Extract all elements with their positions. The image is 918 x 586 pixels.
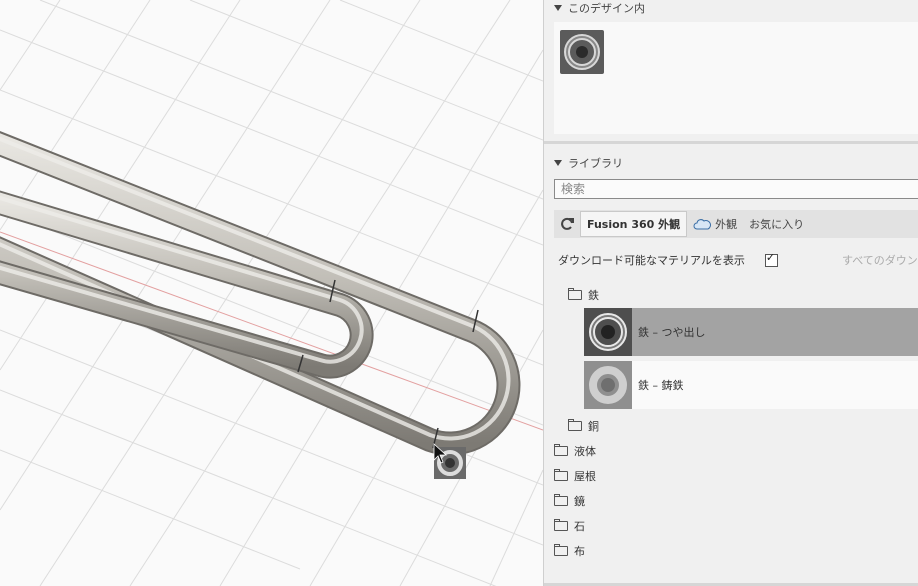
folder-icon — [554, 494, 568, 506]
in-design-header[interactable]: このデザイン内 — [554, 0, 645, 16]
folder-icon — [568, 288, 582, 300]
folder-copper[interactable]: 銅 — [568, 418, 599, 434]
section-divider — [544, 141, 918, 144]
drag-swatch — [433, 443, 466, 479]
folder-stone[interactable]: 石 — [554, 518, 585, 534]
search-input[interactable] — [554, 179, 918, 199]
in-design-label: このデザイン内 — [568, 2, 645, 15]
pipe-model[interactable] — [0, 131, 521, 456]
download-all-link[interactable]: すべてのダウンロー — [842, 252, 918, 268]
download-row: ダウンロード可能なマテリアルを表示 すべてのダウンロー — [558, 251, 918, 268]
folder-stone-label: 石 — [574, 520, 585, 533]
in-design-area — [554, 22, 918, 134]
scene-svg — [0, 0, 543, 586]
library-header[interactable]: ライブラリ — [554, 155, 623, 171]
refresh-button[interactable] — [554, 211, 580, 237]
appearance-panel: このデザイン内 ライブラリ Fusion 360 外観 — [543, 0, 918, 586]
folder-liquid-label: 液体 — [574, 445, 596, 458]
design-swatch-iron[interactable] — [560, 30, 604, 74]
material-row-cast-iron[interactable]: 鉄 – 鋳鉄 — [584, 361, 918, 409]
folder-iron[interactable]: 鉄 — [568, 287, 599, 303]
library-label: ライブラリ — [568, 157, 623, 170]
material-row-iron-polished[interactable]: 鉄 – つや出し — [584, 308, 918, 356]
download-checkbox[interactable] — [764, 251, 778, 267]
folder-copper-label: 銅 — [588, 420, 599, 433]
material-thumb-polished — [584, 308, 632, 356]
canvas-viewport[interactable] — [0, 0, 543, 586]
folder-icon — [554, 519, 568, 531]
folder-roof[interactable]: 屋根 — [554, 468, 596, 484]
collapse-triangle-icon — [554, 160, 562, 166]
folder-liquid[interactable]: 液体 — [554, 443, 596, 459]
folder-roof-label: 屋根 — [574, 470, 596, 483]
folder-mirror-label: 鏡 — [574, 495, 585, 508]
material-thumb-cast — [584, 361, 632, 409]
folder-icon — [568, 419, 582, 431]
material-label-polished: 鉄 – つや出し — [638, 326, 706, 339]
library-tabs: Fusion 360 外観 外観 お気に入り — [554, 210, 918, 238]
tab-appearance[interactable]: 外観 — [687, 211, 743, 237]
folder-icon — [554, 444, 568, 456]
tab-favorites[interactable]: お気に入り — [743, 211, 810, 237]
tab-appearance-label: 外観 — [715, 218, 738, 231]
folder-iron-label: 鉄 — [588, 289, 599, 302]
cloud-icon — [693, 219, 712, 230]
download-label: ダウンロード可能なマテリアルを表示 — [558, 254, 745, 267]
refresh-icon — [561, 217, 574, 230]
folder-cloth-label: 布 — [574, 545, 585, 558]
folder-cloth[interactable]: 布 — [554, 543, 585, 559]
folder-icon — [554, 469, 568, 481]
material-label-cast: 鉄 – 鋳鉄 — [638, 379, 684, 392]
folder-icon — [554, 544, 568, 556]
folder-mirror[interactable]: 鏡 — [554, 493, 585, 509]
collapse-triangle-icon — [554, 5, 562, 11]
tab-fusion-appearance[interactable]: Fusion 360 外観 — [580, 211, 688, 237]
